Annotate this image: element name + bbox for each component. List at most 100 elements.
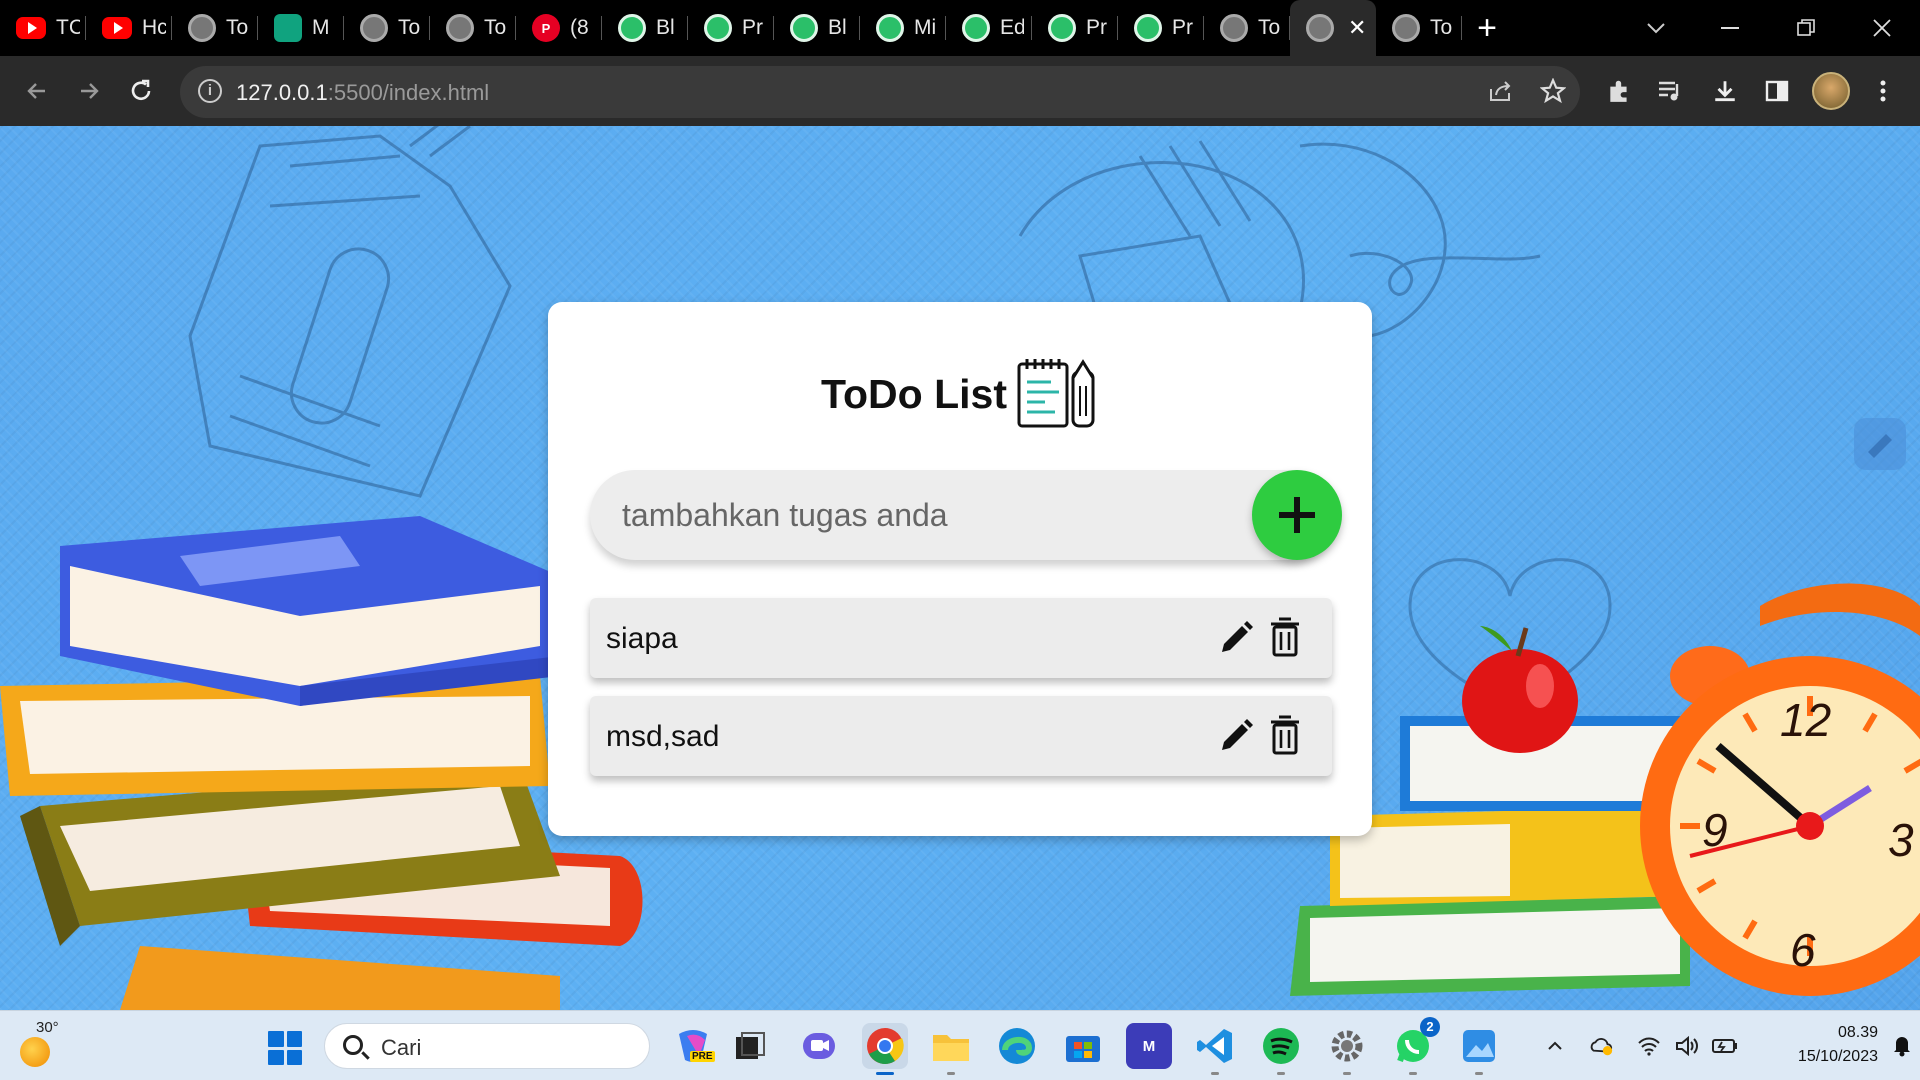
browser-tab[interactable]: M (258, 0, 344, 56)
url-text[interactable]: 127.0.0.1:5500/index.html (236, 80, 489, 106)
close-window-icon[interactable] (1854, 0, 1910, 56)
browser-tab[interactable]: P (8 (516, 0, 602, 56)
url-path: :5500/index.html (327, 80, 490, 105)
system-clock[interactable]: 08.39 15/10/2023 (1752, 1021, 1878, 1069)
notification-bell-icon[interactable] (1892, 1033, 1912, 1057)
globe-icon (1306, 14, 1334, 42)
browser-tab[interactable]: To (1376, 0, 1462, 56)
browser-tab[interactable]: Ed (946, 0, 1032, 56)
site-info-icon[interactable]: i (198, 79, 222, 103)
youtube-icon (16, 17, 46, 39)
browser-tab[interactable]: Bl (602, 0, 688, 56)
windows-taskbar: 30° Cari PRE M 2 08.39 15/10/2023 (0, 1010, 1920, 1080)
weather-sun-icon (20, 1037, 50, 1067)
reload-icon[interactable] (120, 70, 162, 112)
bookmark-star-icon[interactable] (1534, 72, 1572, 110)
browser-tab[interactable]: To (430, 0, 516, 56)
page-viewport: 12 9 3 6 ToDo List tambahkan tugas anda … (0, 126, 1920, 1010)
back-icon[interactable] (16, 70, 58, 112)
green-app-icon (1048, 14, 1076, 42)
photos-icon[interactable] (1456, 1023, 1502, 1075)
active-indicator (876, 1072, 894, 1075)
browser-tab[interactable]: Mi (860, 0, 946, 56)
browser-tab[interactable]: To (1204, 0, 1290, 56)
browser-tab-active[interactable]: ✕ (1290, 0, 1376, 56)
running-indicator (1277, 1072, 1285, 1075)
onedrive-warning-icon[interactable] (1588, 1033, 1614, 1059)
chrome-icon[interactable] (862, 1023, 908, 1075)
tab-search-icon[interactable] (1628, 0, 1684, 56)
start-button-windows-icon[interactable] (268, 1031, 302, 1065)
globe-icon (360, 14, 388, 42)
settings-gear-icon[interactable] (1324, 1023, 1370, 1075)
downloads-icon[interactable] (1706, 72, 1744, 110)
copilot-icon[interactable]: PRE (670, 1023, 716, 1069)
delete-trash-icon[interactable] (1268, 714, 1302, 756)
browser-tab[interactable]: TC (0, 0, 86, 56)
microsoft-store-icon[interactable] (1060, 1023, 1106, 1069)
green-app-icon (962, 14, 990, 42)
weather-widget[interactable]: 30° (16, 1019, 76, 1075)
edit-pencil-icon[interactable] (1216, 618, 1256, 658)
file-explorer-icon[interactable] (928, 1023, 974, 1075)
running-indicator (947, 1072, 955, 1075)
browser-tab[interactable]: Pr (1118, 0, 1204, 56)
page-title: ToDo List (821, 370, 1007, 417)
whatsapp-icon[interactable]: 2 (1390, 1017, 1440, 1075)
green-app-icon (876, 14, 904, 42)
task-item: msd,sad (590, 696, 1332, 776)
restore-icon[interactable] (1778, 0, 1834, 56)
globe-icon (446, 14, 474, 42)
browser-tab[interactable]: Bl (774, 0, 860, 56)
browser-tab[interactable]: Hc (86, 0, 172, 56)
task-item: siapa (590, 598, 1332, 678)
taskbar-search[interactable]: Cari (324, 1023, 650, 1069)
spotify-icon[interactable] (1258, 1023, 1304, 1075)
floating-widget-icon[interactable] (1852, 416, 1908, 472)
background-doodle-bottle (188, 126, 512, 498)
delete-trash-icon[interactable] (1268, 616, 1302, 658)
battery-icon[interactable] (1712, 1033, 1738, 1059)
edge-icon[interactable] (994, 1023, 1040, 1069)
profile-avatar[interactable] (1812, 72, 1850, 110)
media-control-icon[interactable] (1652, 72, 1690, 110)
running-indicator (1409, 1072, 1417, 1075)
clock-date: 15/10/2023 (1797, 1048, 1878, 1065)
running-indicator (1475, 1072, 1483, 1075)
green-app-icon (1134, 14, 1162, 42)
teams-chat-icon[interactable] (796, 1023, 842, 1069)
add-task-button[interactable] (1252, 470, 1342, 560)
browser-tab[interactable]: Pr (688, 0, 774, 56)
taskbar-search-placeholder: Cari (381, 1035, 422, 1060)
side-panel-icon[interactable] (1758, 72, 1796, 110)
forward-icon[interactable] (68, 70, 110, 112)
new-tab-button[interactable]: + (1462, 0, 1512, 56)
task-view-icon[interactable] (728, 1023, 774, 1069)
books-clock-right-illustration: 12 9 3 6 (1290, 583, 1920, 996)
svg-text:3: 3 (1888, 814, 1914, 866)
browser-tab[interactable]: Pr (1032, 0, 1118, 56)
svg-text:6: 6 (1790, 924, 1816, 976)
browser-tab[interactable]: To (344, 0, 430, 56)
m-app-icon[interactable]: M (1126, 1023, 1172, 1069)
tray-overflow-chevron-icon[interactable] (1542, 1033, 1568, 1059)
todo-card: ToDo List siapa (548, 302, 1372, 836)
title-row: ToDo List (548, 358, 1372, 430)
browser-tab[interactable]: To (172, 0, 258, 56)
green-app-icon (790, 14, 818, 42)
wifi-icon[interactable] (1636, 1033, 1662, 1059)
minimize-icon[interactable] (1702, 0, 1758, 56)
share-icon[interactable] (1482, 72, 1520, 110)
address-bar[interactable]: i 127.0.0.1:5500/index.html (180, 66, 1580, 118)
close-tab-icon[interactable]: ✕ (1348, 15, 1366, 41)
clock-time: 08.39 (1837, 1024, 1878, 1041)
green-app-icon (704, 14, 732, 42)
task-input[interactable] (622, 492, 1222, 538)
weather-temperature: 30° (36, 1019, 59, 1036)
extensions-icon[interactable] (1600, 72, 1638, 110)
volume-icon[interactable] (1674, 1033, 1700, 1059)
green-app-icon (618, 14, 646, 42)
vscode-icon[interactable] (1192, 1023, 1238, 1075)
browser-menu-icon[interactable] (1864, 72, 1902, 110)
edit-pencil-icon[interactable] (1216, 716, 1256, 756)
